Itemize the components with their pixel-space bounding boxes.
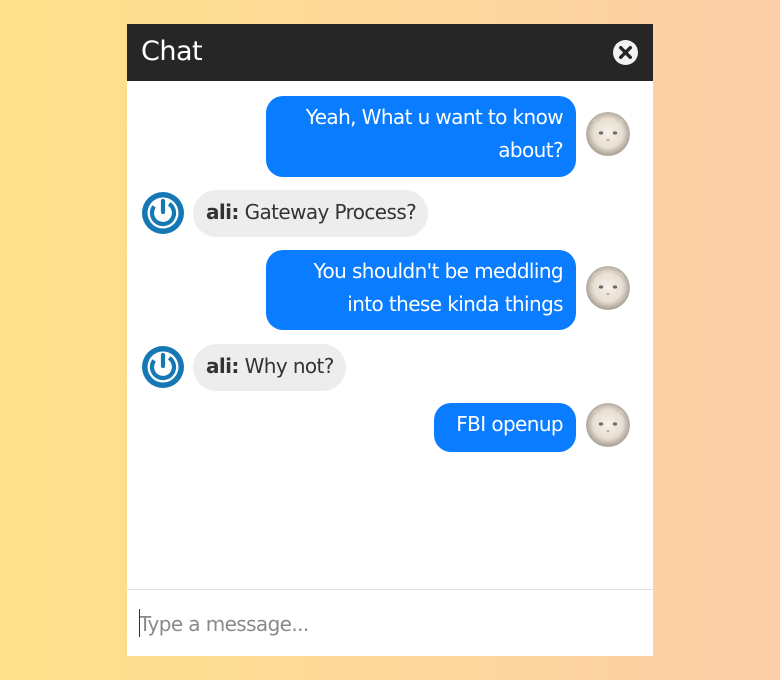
- close-icon[interactable]: [612, 39, 639, 66]
- power-icon: [141, 191, 185, 235]
- message-input[interactable]: [139, 608, 639, 640]
- message-text: Gateway Process?: [244, 200, 417, 224]
- chat-title: Chat: [141, 36, 203, 67]
- message-list[interactable]: Yeah, What u want to know about? ali: Ga…: [127, 81, 653, 589]
- message-line: You shouldn't be meddling: [313, 259, 564, 283]
- power-icon: [141, 345, 185, 389]
- cat-avatar: [586, 112, 630, 156]
- chat-window: Chat Yeah, What u want to know about? al…: [127, 24, 653, 656]
- message-composer: [127, 589, 653, 656]
- message-line: FBI openup: [456, 412, 563, 436]
- text-caret: [139, 609, 140, 637]
- incoming-message: ali: Gateway Process?: [193, 190, 429, 237]
- outgoing-message: Yeah, What u want to know about?: [266, 96, 576, 177]
- outgoing-message: You shouldn't be meddling into these kin…: [266, 250, 576, 330]
- message-line: Yeah, What u want to know: [305, 105, 564, 129]
- message-line: into these kinda things: [347, 292, 563, 316]
- cat-avatar: [586, 266, 630, 310]
- incoming-message: ali: Why not?: [193, 344, 346, 391]
- message-sender: ali:: [206, 200, 239, 224]
- chat-header: Chat: [127, 24, 653, 81]
- cat-avatar: [586, 403, 630, 447]
- message-text: Why not?: [244, 354, 335, 378]
- outgoing-message: FBI openup: [434, 403, 576, 452]
- message-sender: ali:: [206, 354, 239, 378]
- message-line: about?: [498, 138, 563, 162]
